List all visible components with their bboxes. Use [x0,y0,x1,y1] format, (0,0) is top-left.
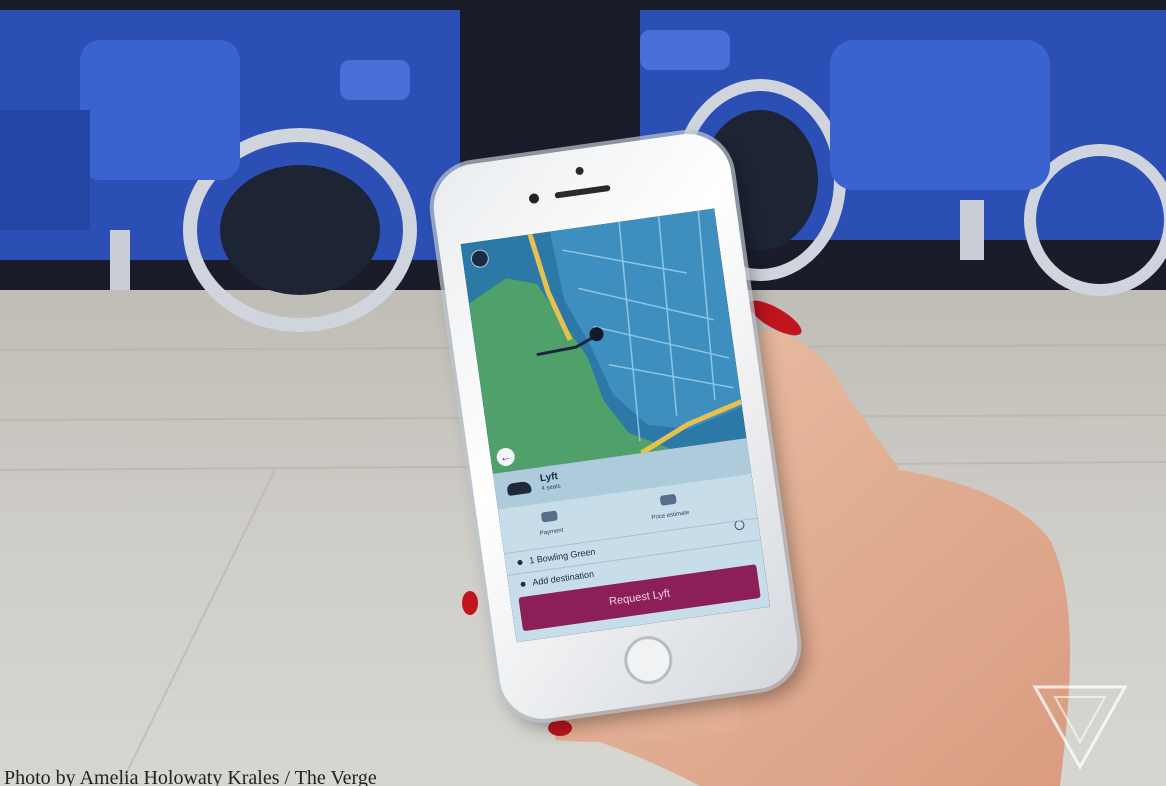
payment-label: Payment [539,527,564,537]
car-icon [506,480,532,497]
ride-name: Lyft [539,470,559,485]
nail-finger-1 [462,591,478,615]
verge-logo-icon [1032,685,1128,771]
ride-sheet: Lyft 4 seats Payment Price estimate 1 Bo… [492,438,771,643]
payment-option[interactable]: Payment [509,503,592,541]
price-estimate-option[interactable]: Price estimate [628,486,711,524]
ride-seats: 4 seats [541,483,562,493]
price-icon [659,493,677,506]
photo-scene: ← Lyft 4 seats Payment Price estimate 1 … [0,0,1166,786]
map-view[interactable]: ← [460,208,747,474]
nail-finger-2 [548,720,572,736]
map-graphic [460,208,747,474]
destination-placeholder: Add destination [531,568,595,588]
destination-dot-icon [520,581,526,588]
card-icon [540,510,559,523]
pickup-dot-icon [517,559,523,566]
price-estimate-label: Price estimate [651,510,690,522]
photo-credit-caption: Photo by Amelia Holowaty Krales / The Ve… [4,768,377,786]
